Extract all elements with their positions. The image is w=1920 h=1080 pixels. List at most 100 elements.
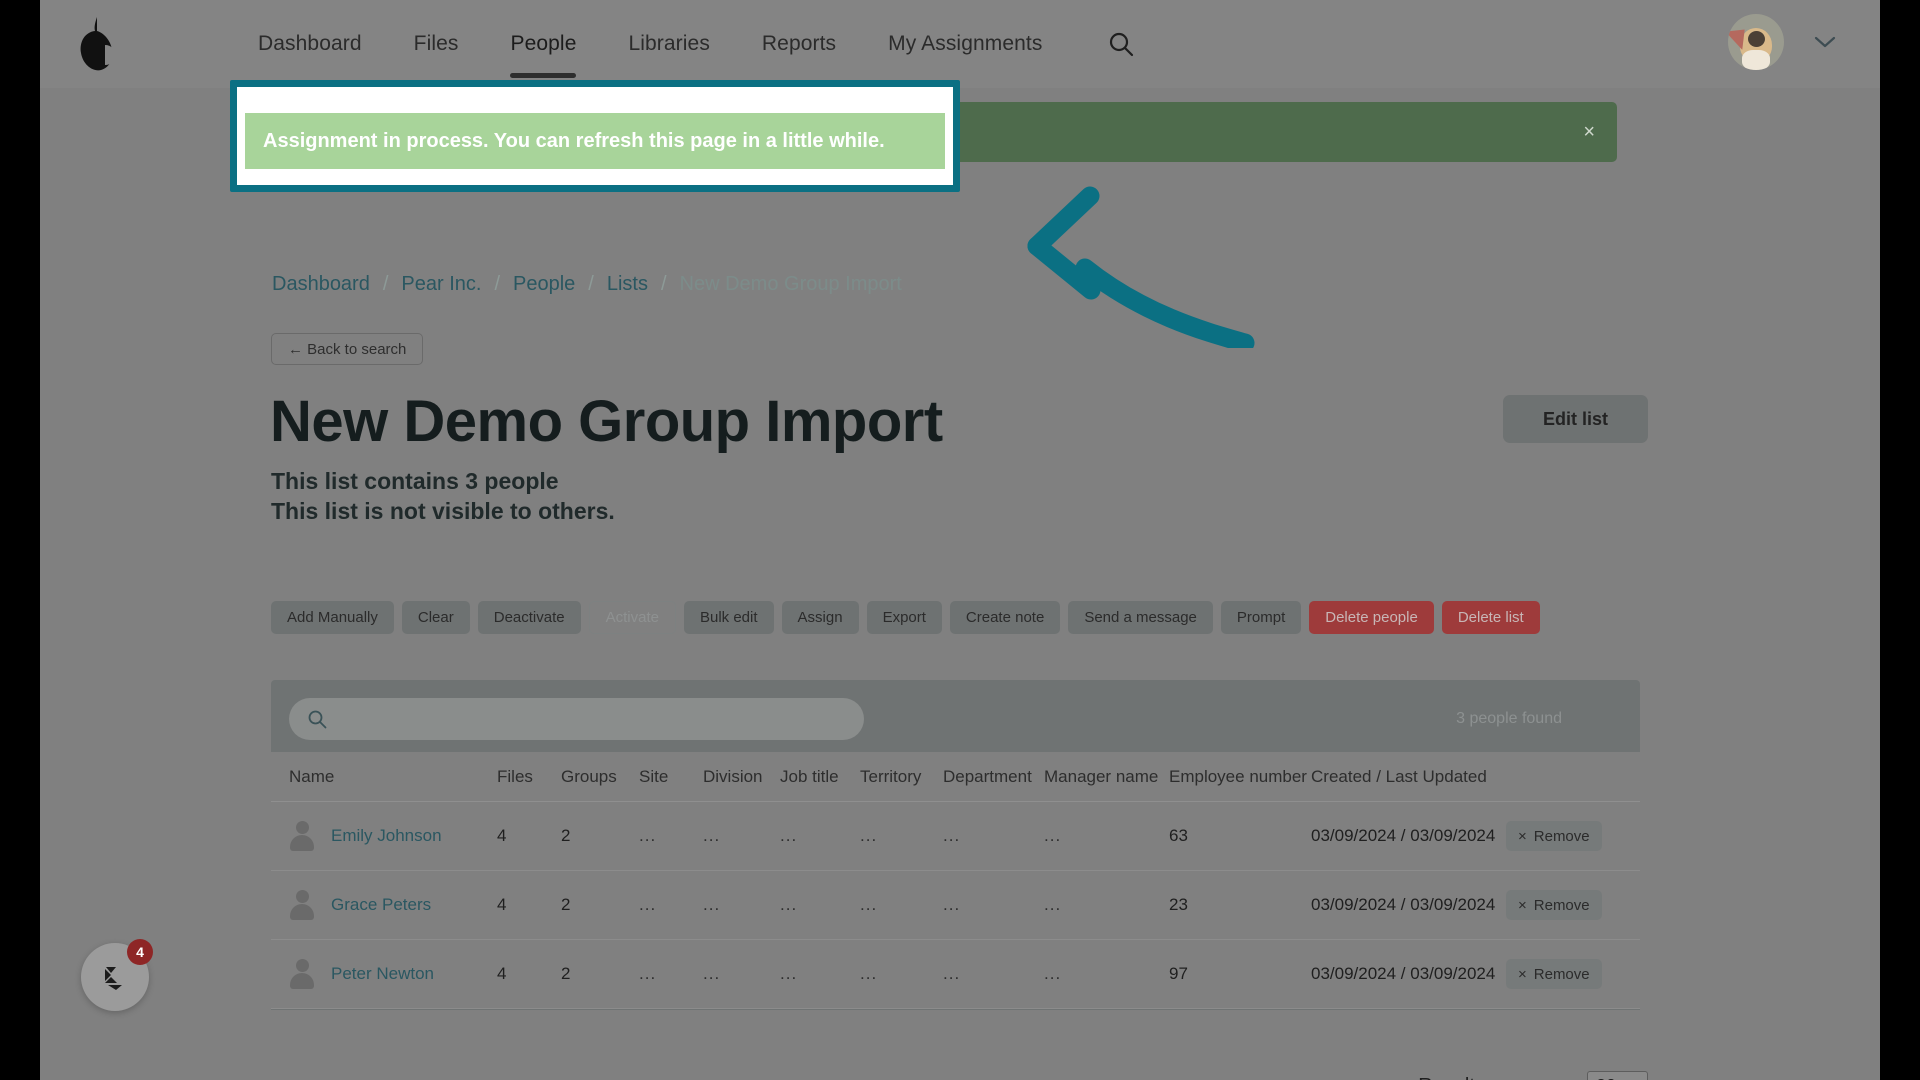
avatar[interactable] xyxy=(1728,14,1784,70)
send-a-message-button[interactable]: Send a message xyxy=(1068,601,1213,634)
curved-arrow-left-icon xyxy=(995,158,1255,353)
row-actions-cell: × Remove xyxy=(1506,959,1626,989)
annotation-highlight-text: Assignment in process. You can refresh t… xyxy=(263,129,885,152)
close-icon: × xyxy=(1518,827,1527,845)
manager-name-cell: ... xyxy=(1044,895,1062,914)
results-count: 3 people found xyxy=(1456,710,1562,727)
table-row[interactable]: Grace Peters 4 2 ... ... ... ... ... ...… xyxy=(271,871,1640,940)
person-link[interactable]: Peter Newton xyxy=(331,964,434,984)
column-header-site: Site xyxy=(639,766,669,786)
remove-label: Remove xyxy=(1533,896,1590,914)
manager-name-cell: ... xyxy=(1044,826,1062,845)
results-per-page-select[interactable]: 20 50 100 xyxy=(1587,1071,1648,1080)
results-per-page-label: Results per page: xyxy=(1418,1075,1575,1080)
division-cell: ... xyxy=(703,964,721,983)
employee-number-cell: 97 xyxy=(1169,964,1188,983)
page-title: New Demo Group Import xyxy=(270,389,943,454)
search-icon xyxy=(307,709,327,729)
table-row[interactable]: Emily Johnson 4 2 ... ... ... ... ... ..… xyxy=(271,802,1640,871)
search-row: 3 people found xyxy=(271,680,1640,752)
delete-list-button[interactable]: Delete list xyxy=(1441,601,1540,634)
breadcrumb-item-current: New Demo Group Import xyxy=(679,273,902,295)
edit-list-button[interactable]: Edit list xyxy=(1503,395,1648,443)
remove-person-button[interactable]: × Remove xyxy=(1506,890,1602,920)
prompt-button[interactable]: Prompt xyxy=(1220,601,1302,634)
column-header-division: Division xyxy=(703,766,763,786)
export-button[interactable]: Export xyxy=(866,601,942,634)
top-navigation-bar: Dashboard Files People Libraries Reports… xyxy=(40,0,1880,88)
breadcrumb-item-lists[interactable]: Lists xyxy=(607,273,648,296)
pear-logo-icon[interactable] xyxy=(70,14,122,74)
territory-cell: ... xyxy=(860,826,878,845)
search-field[interactable] xyxy=(289,698,864,740)
territory-cell: ... xyxy=(860,964,878,983)
breadcrumb-item-dashboard[interactable]: Dashboard xyxy=(272,273,370,296)
breadcrumb-separator: / xyxy=(382,273,389,295)
person-avatar-icon xyxy=(289,821,315,851)
people-table: Name Files Groups Site Division Job titl… xyxy=(271,752,1640,1009)
close-icon[interactable]: × xyxy=(1583,122,1595,142)
search-input[interactable] xyxy=(337,710,864,728)
column-header-job-title: Job title xyxy=(780,766,839,786)
nav-item-dashboard[interactable]: Dashboard xyxy=(232,26,388,62)
nav-links: Dashboard Files People Libraries Reports… xyxy=(232,26,1138,78)
row-actions-cell: × Remove xyxy=(1506,890,1626,920)
chat-support-widget[interactable]: 4 xyxy=(81,939,153,1011)
division-cell: ... xyxy=(703,826,721,845)
clear-button[interactable]: Clear xyxy=(401,601,470,634)
remove-person-button[interactable]: × Remove xyxy=(1506,821,1602,851)
table-row[interactable]: Peter Newton 4 2 ... ... ... ... ... ...… xyxy=(271,940,1640,1009)
person-avatar-icon xyxy=(289,959,315,989)
job-title-cell: ... xyxy=(780,826,798,845)
territory-cell: ... xyxy=(860,895,878,914)
department-cell: ... xyxy=(943,895,961,914)
nav-item-my-assignments[interactable]: My Assignments xyxy=(862,26,1068,62)
assign-button[interactable]: Assign xyxy=(781,601,859,634)
job-title-cell: ... xyxy=(780,895,798,914)
manager-name-cell: ... xyxy=(1044,964,1062,983)
add-manually-button[interactable]: Add Manually xyxy=(271,601,394,634)
annotation-highlight-message-bar: Assignment in process. You can refresh t… xyxy=(245,113,945,169)
site-cell: ... xyxy=(639,964,657,983)
search-icon[interactable] xyxy=(1104,27,1138,61)
person-avatar-icon xyxy=(289,890,315,920)
column-header-created-last-updated: Created / Last Updated xyxy=(1311,766,1487,786)
list-summary: This list contains 3 people This list is… xyxy=(271,466,615,526)
application-root: Dashboard Files People Libraries Reports… xyxy=(40,0,1880,1080)
nav-item-people[interactable]: People xyxy=(484,26,602,78)
delete-people-button[interactable]: Delete people xyxy=(1309,601,1434,634)
breadcrumb-separator: / xyxy=(588,273,594,295)
files-cell: 4 xyxy=(497,895,507,914)
remove-person-button[interactable]: × Remove xyxy=(1506,959,1602,989)
files-cell: 4 xyxy=(497,826,507,845)
bulk-edit-button[interactable]: Bulk edit xyxy=(683,601,774,634)
list-people-count: This list contains 3 people xyxy=(271,468,559,494)
person-link[interactable]: Emily Johnson xyxy=(331,826,442,846)
remove-label: Remove xyxy=(1533,965,1590,983)
breadcrumb: Dashboard / Pear Inc. / People / Lists /… xyxy=(272,273,902,296)
user-menu[interactable] xyxy=(1728,14,1838,70)
person-name-cell: Grace Peters xyxy=(289,890,497,920)
created-updated-cell: 03/09/2024 / 03/09/2024 xyxy=(1311,826,1496,845)
back-to-search-button[interactable]: ← Back to search xyxy=(271,333,424,365)
breadcrumb-separator: / xyxy=(494,273,501,295)
files-cell: 4 xyxy=(497,964,507,983)
nav-item-reports[interactable]: Reports xyxy=(736,26,862,62)
deactivate-button[interactable]: Deactivate xyxy=(477,601,581,634)
person-link[interactable]: Grace Peters xyxy=(331,895,431,915)
site-cell: ... xyxy=(639,826,657,845)
breadcrumb-item-pear-inc[interactable]: Pear Inc. xyxy=(401,273,481,296)
nav-item-files[interactable]: Files xyxy=(388,26,485,62)
groups-cell: 2 xyxy=(561,826,571,845)
browser-viewport: Dashboard Files People Libraries Reports… xyxy=(40,0,1880,1080)
nav-item-libraries[interactable]: Libraries xyxy=(602,26,735,62)
chevron-down-icon[interactable] xyxy=(1812,29,1838,55)
create-note-button[interactable]: Create note xyxy=(949,601,1061,634)
column-header-files: Files xyxy=(497,766,533,786)
remove-label: Remove xyxy=(1533,827,1590,845)
groups-cell: 2 xyxy=(561,895,571,914)
chat-unread-badge: 4 xyxy=(127,939,153,965)
pagination-footer: Results per page: 20 50 100 xyxy=(1418,1071,1648,1080)
breadcrumb-item-people[interactable]: People xyxy=(513,273,575,296)
person-name-cell: Peter Newton xyxy=(289,959,497,989)
